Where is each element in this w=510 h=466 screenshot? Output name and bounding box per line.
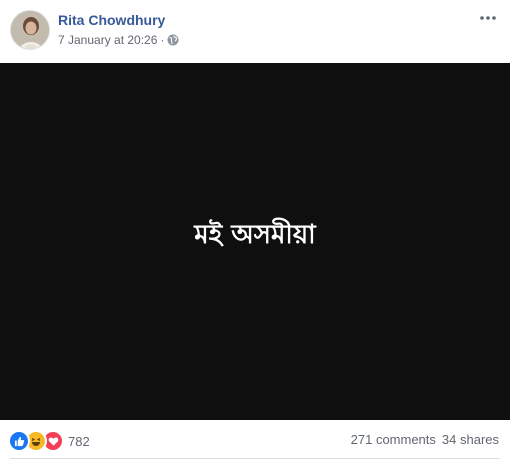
shares-count-link[interactable]: 34 shares (442, 432, 499, 447)
reaction-count: 782 (68, 433, 90, 449)
more-options-button[interactable] (478, 10, 498, 26)
post-header: Rita Chowdhury 7 January at 20:26 · (0, 0, 510, 62)
media-caption-text: মই অসমীয়া (194, 219, 316, 250)
author-avatar[interactable] (10, 10, 50, 50)
post-timestamp[interactable]: 7 January at 20:26 (58, 33, 157, 47)
post-footer: 782 271 comments 34 shares (0, 420, 510, 460)
reactions-summary[interactable]: 782 (8, 430, 90, 452)
feed-post: Rita Chowdhury 7 January at 20:26 · মই অ… (0, 0, 510, 466)
meta-separator: · (160, 33, 165, 47)
comments-count-link[interactable]: 271 comments (351, 432, 436, 447)
author-name-link[interactable]: Rita Chowdhury (58, 12, 165, 28)
engagement-stats: 271 comments 34 shares (351, 432, 499, 447)
avatar-photo (11, 11, 49, 49)
post-media[interactable]: মই অসমীয়া (0, 63, 510, 420)
footer-divider (10, 458, 500, 459)
globe-icon[interactable] (167, 34, 179, 46)
more-horizontal-icon (480, 16, 496, 20)
post-meta: 7 January at 20:26 · (58, 33, 179, 47)
like-icon (8, 430, 30, 452)
